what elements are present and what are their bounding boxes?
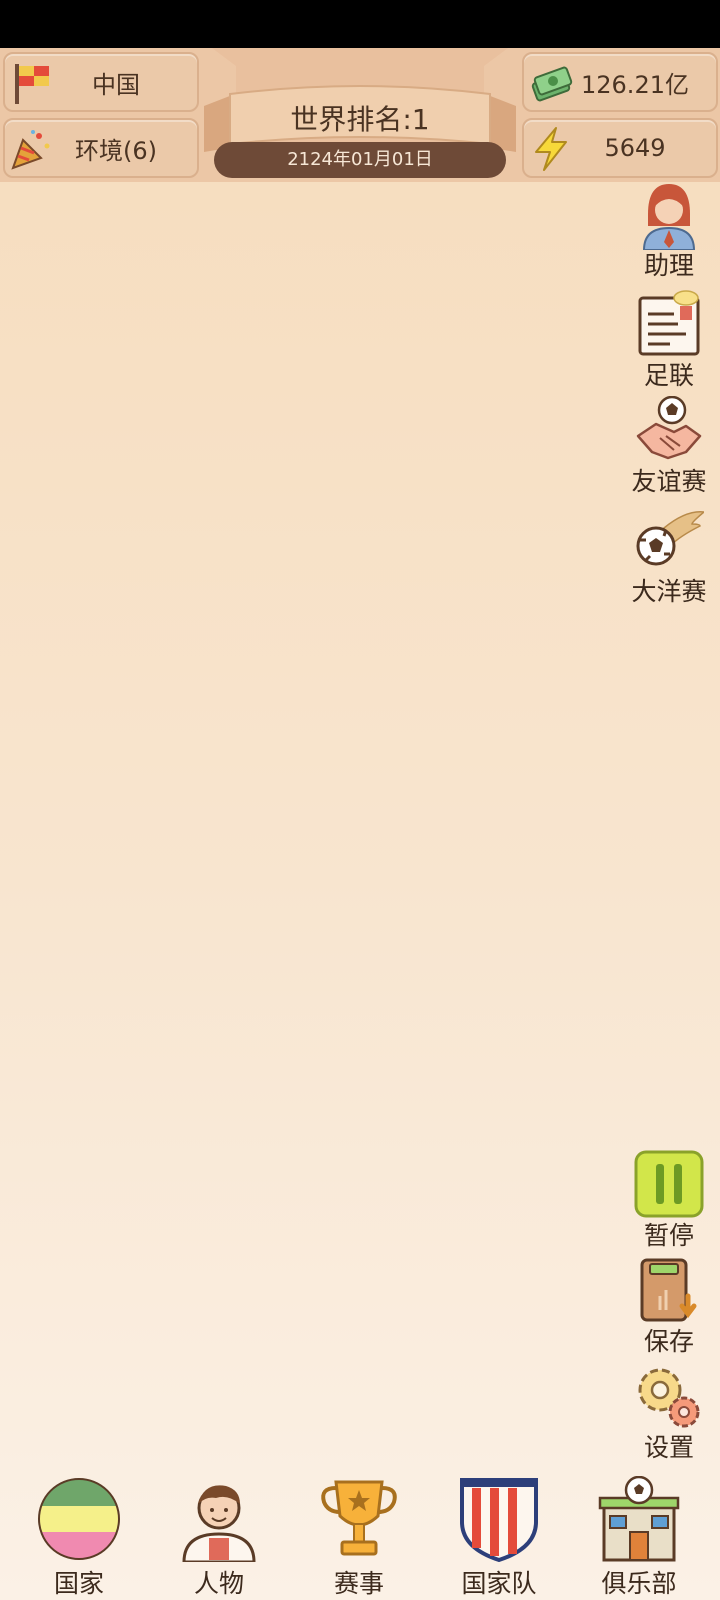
trophy-icon bbox=[321, 1480, 397, 1556]
team-shield-icon bbox=[460, 1478, 538, 1562]
nav-events-label: 赛事 bbox=[333, 1569, 384, 1598]
friendly-match-label: 友谊赛 bbox=[631, 467, 707, 496]
energy-box[interactable]: 5649 bbox=[522, 118, 718, 178]
nav-events[interactable]: 赛事 bbox=[299, 1476, 419, 1600]
clubhouse-icon bbox=[598, 1476, 680, 1562]
settings-label: 设置 bbox=[643, 1433, 694, 1462]
nav-people[interactable]: 人物 bbox=[159, 1476, 279, 1600]
flag-icon bbox=[15, 64, 49, 104]
country-box[interactable]: 中国 bbox=[3, 52, 199, 112]
party-popper-icon bbox=[11, 130, 50, 170]
football-association-label: 足联 bbox=[643, 361, 694, 390]
handshake-ball-icon bbox=[636, 396, 702, 460]
person-icon bbox=[182, 1485, 256, 1562]
nav-country[interactable]: 国家 bbox=[19, 1476, 139, 1600]
save-label: 保存 bbox=[643, 1327, 694, 1356]
environment-box[interactable]: 环境(6) bbox=[3, 118, 199, 178]
football-association-button[interactable]: 足联 bbox=[624, 290, 714, 392]
assistant-avatar-icon bbox=[642, 184, 696, 250]
pause-label: 暂停 bbox=[643, 1221, 694, 1250]
nav-people-label: 人物 bbox=[193, 1569, 244, 1598]
lightning-icon bbox=[535, 127, 567, 171]
money-box[interactable]: 126.21亿 bbox=[522, 52, 718, 112]
save-button[interactable]: 保存 bbox=[624, 1256, 714, 1358]
world-rank: 世界排名:1 bbox=[290, 103, 430, 136]
assistant-button[interactable]: 助理 bbox=[624, 180, 714, 282]
nav-club-label: 俱乐部 bbox=[601, 1569, 677, 1598]
assistant-label: 助理 bbox=[643, 251, 694, 280]
nav-national-team[interactable]: 国家队 bbox=[439, 1476, 559, 1600]
tricolor-flag-circle-icon bbox=[38, 1478, 120, 1560]
document-certificate-icon bbox=[638, 290, 700, 356]
game-date: 2124年01月01日 bbox=[214, 142, 506, 178]
pause-icon bbox=[634, 1150, 704, 1218]
system-status-bar bbox=[0, 0, 720, 48]
settings-button[interactable]: 设置 bbox=[624, 1362, 714, 1464]
ocean-cup-button[interactable]: 大洋赛 bbox=[624, 506, 714, 608]
save-folder-icon bbox=[640, 1258, 697, 1322]
friendly-match-button[interactable]: 友谊赛 bbox=[624, 396, 714, 498]
gears-icon bbox=[638, 1368, 700, 1428]
nav-national-team-label: 国家队 bbox=[461, 1569, 537, 1598]
ocean-cup-label: 大洋赛 bbox=[631, 577, 707, 606]
pause-button[interactable]: 暂停 bbox=[624, 1150, 714, 1252]
flying-ball-icon bbox=[636, 511, 704, 566]
nav-country-label: 国家 bbox=[53, 1569, 104, 1598]
cash-stack-icon bbox=[531, 66, 573, 102]
nav-club[interactable]: 俱乐部 bbox=[579, 1476, 699, 1600]
